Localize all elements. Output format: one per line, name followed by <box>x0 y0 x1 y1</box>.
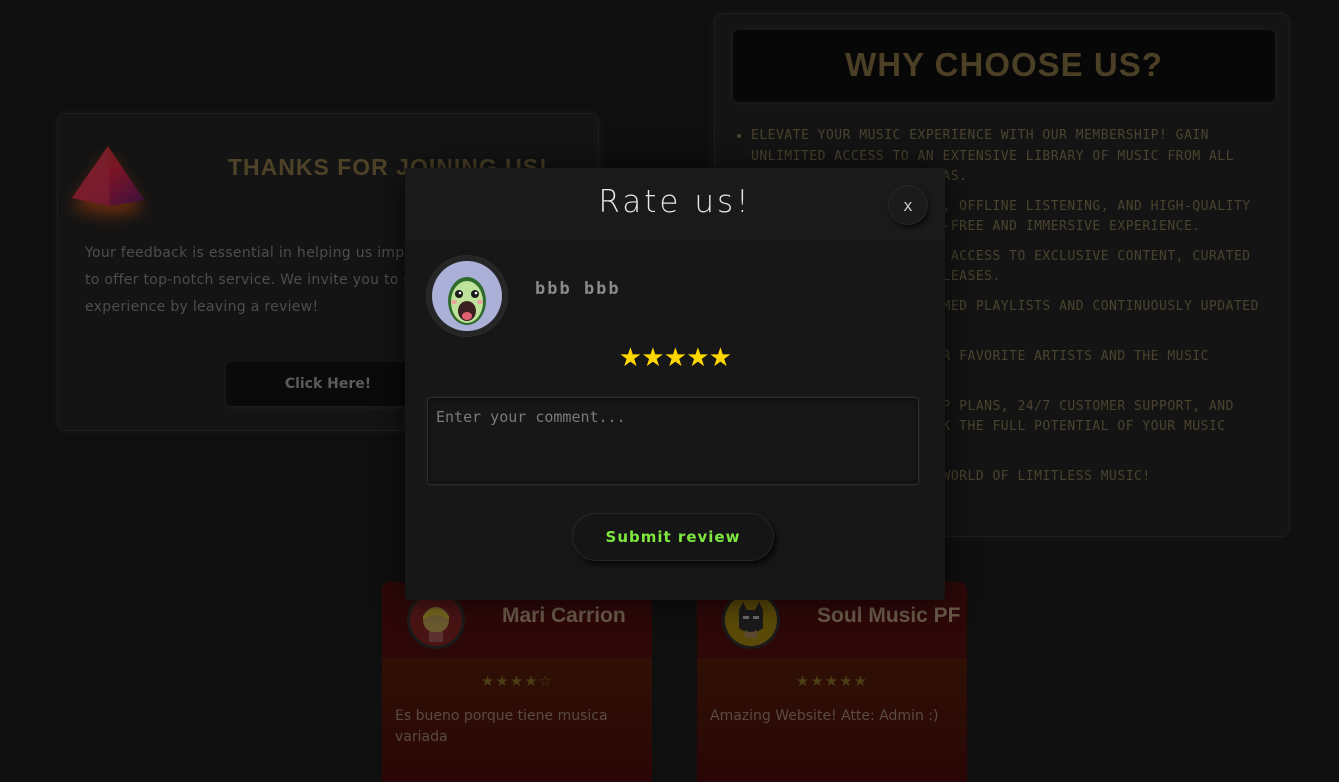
modal-body: bbb bbb ★★★★★ Submit review <box>405 241 945 600</box>
rate-us-modal: Rate us! x bbb bbb ★★★★★ Enter your comm… <box>405 168 945 600</box>
girl-avatar-icon <box>410 594 462 646</box>
modal-title: Rate us! <box>598 184 752 220</box>
star-rating: ★★★★★ <box>405 343 945 373</box>
prism-icon <box>72 146 144 206</box>
star-4-icon[interactable]: ★ <box>686 343 709 373</box>
avatar <box>427 256 507 336</box>
star-1-icon[interactable]: ★ <box>619 343 642 373</box>
why-header: WHY CHOOSE US? <box>733 30 1275 102</box>
review-rating: ★★★★☆ <box>480 672 554 690</box>
review-rating: ★★★★★ <box>795 672 869 690</box>
review-card: Soul Music PF ★★★★★ Amazing Website! Att… <box>697 582 967 782</box>
close-button[interactable]: x <box>889 186 927 224</box>
review-card: Mari Carrion ★★★★☆ Es bueno porque tiene… <box>382 582 652 782</box>
avocado-avatar-icon <box>432 261 502 331</box>
why-title: WHY CHOOSE US? <box>845 46 1163 83</box>
review-text: Es bueno porque tiene musica variada <box>395 708 608 745</box>
star-5-icon[interactable]: ★ <box>709 343 732 373</box>
comment-input[interactable] <box>427 397 919 485</box>
click-here-button[interactable]: Click Here! <box>226 362 430 406</box>
reviewer-name: Mari Carrion <box>502 604 626 627</box>
reviewer-name: Soul Music PF <box>817 604 961 627</box>
modal-header: Rate us! x <box>405 168 945 241</box>
star-2-icon[interactable]: ★ <box>641 343 664 373</box>
star-3-icon[interactable]: ★ <box>664 343 687 373</box>
review-text: Amazing Website! Atte: Admin :) <box>710 708 939 724</box>
user-name: bbb bbb <box>535 279 621 299</box>
submit-review-button[interactable]: Submit review <box>573 514 773 560</box>
batman-avatar-icon <box>725 594 777 646</box>
